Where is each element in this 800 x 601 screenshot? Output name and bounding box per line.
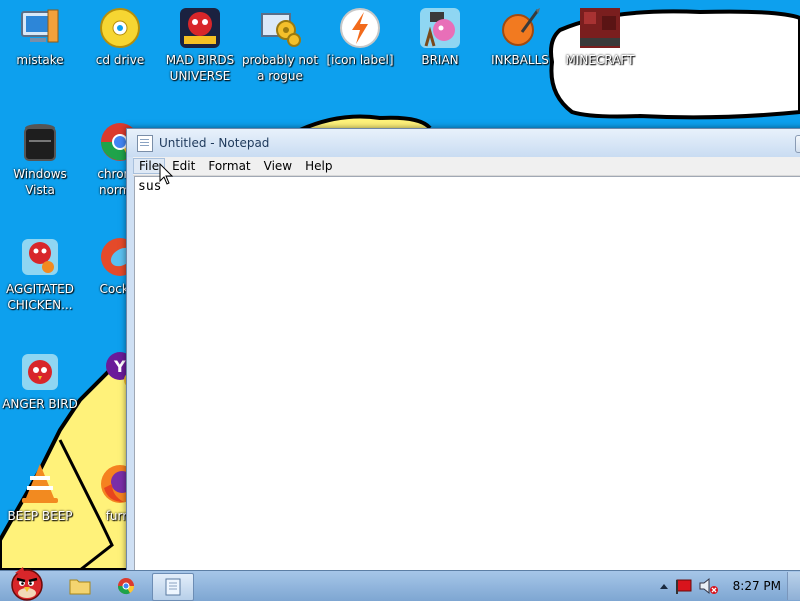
close-button[interactable] <box>795 135 800 153</box>
start-button[interactable] <box>2 565 50 601</box>
text-editor[interactable]: sus <box>134 176 800 570</box>
desktop-icon-label: ANGER BIRD <box>2 397 78 411</box>
folder-icon <box>69 579 91 595</box>
desktop-icon-label: [icon label] <box>326 53 394 67</box>
desktop-icon-anger-bird[interactable]: ANGER BIRD <box>1 350 79 412</box>
desktop-icon-cd-drive[interactable]: cd drive <box>81 6 159 68</box>
desktop-icon-minecraft[interactable]: MINECRAFT <box>561 6 639 68</box>
trash-can-icon <box>18 120 62 164</box>
desktop-icon-brian[interactable]: BRIAN <box>401 6 479 68</box>
desktop-icon-windows-vista[interactable]: Windows Vista <box>1 120 79 198</box>
angry-bird-icon <box>18 350 62 394</box>
monitor-icon <box>18 6 62 50</box>
notepad-icon <box>137 134 153 152</box>
action-center-flag-icon[interactable] <box>671 571 697 601</box>
desktop-icon-label: mistake <box>16 53 64 67</box>
window-title: Untitled - Notepad <box>159 136 270 150</box>
desktop-icon-label: cd drive <box>95 53 145 67</box>
desktop-icon-label: MAD BIRDS UNIVERSE <box>165 53 235 83</box>
angry-bird-start-icon <box>11 567 43 601</box>
desktop-icon-label: Windows Vista <box>13 167 67 197</box>
volume-muted-icon[interactable] <box>697 571 721 601</box>
show-hidden-icons-arrow[interactable] <box>657 571 671 601</box>
menu-format[interactable]: Format <box>202 158 256 174</box>
vlc-cone-icon <box>18 462 62 506</box>
desktop-icon-mistake[interactable]: mistake <box>1 6 79 68</box>
desktop-icon-label: BRIAN <box>421 53 459 67</box>
desktop-icon-label: probably not a rogue <box>241 53 319 83</box>
desktop[interactable]: mistake cd drive MAD BIRDS UNIVERSE prob… <box>0 0 800 570</box>
desktop-icon-aggitated-chicken[interactable]: AGGITATED CHICKEN... <box>1 235 79 313</box>
menu-bar: File Edit Format View Help <box>133 157 800 176</box>
svg-text:Y: Y <box>113 357 126 376</box>
taskbar-notepad-button[interactable] <box>152 573 194 601</box>
taskbar-chrome-button[interactable] <box>106 573 146 599</box>
cd-drive-icon <box>98 6 142 50</box>
menu-help[interactable]: Help <box>299 158 338 174</box>
desktop-icon-beep-beep[interactable]: BEEP BEEP <box>1 462 79 524</box>
system-tray: 8:27 PM <box>657 571 800 601</box>
desktop-icon-label: MINECRAFT <box>565 53 635 67</box>
desktop-icon-label: BEEP BEEP <box>7 509 73 523</box>
inkball-icon <box>498 6 542 50</box>
angry-birds-rio-icon <box>18 235 62 279</box>
notepad-window[interactable]: Untitled - Notepad File Edit Format View… <box>126 128 800 570</box>
chrome-icon <box>117 578 135 595</box>
taskbar-explorer-button[interactable] <box>60 573 100 599</box>
desktop-icon-probably-not-a-rogue[interactable]: probably not a rogue <box>241 6 319 84</box>
desktop-icon-label: INKBALLS <box>491 53 549 67</box>
show-desktop-button[interactable] <box>787 572 800 600</box>
mouse-cursor-icon <box>159 163 174 185</box>
notepad-icon <box>165 578 181 596</box>
gear-computer-icon <box>258 6 302 50</box>
desktop-icon-mad-birds-universe[interactable]: MAD BIRDS UNIVERSE <box>161 6 239 84</box>
desktop-icon-flash[interactable]: [icon label] <box>321 6 399 68</box>
angry-birds-slingshot-icon <box>418 6 462 50</box>
taskbar-clock[interactable]: 8:27 PM <box>733 579 781 593</box>
flash-icon <box>338 6 382 50</box>
desktop-icon-inkballs[interactable]: INKBALLS <box>481 6 559 68</box>
angry-birds-space-icon <box>178 6 222 50</box>
menu-view[interactable]: View <box>258 158 298 174</box>
minecraft-icon <box>578 6 622 50</box>
taskbar: 8:27 PM <box>0 567 800 601</box>
desktop-icon-label: AGGITATED CHICKEN... <box>6 282 74 312</box>
notepad-titlebar[interactable]: Untitled - Notepad <box>127 129 800 157</box>
